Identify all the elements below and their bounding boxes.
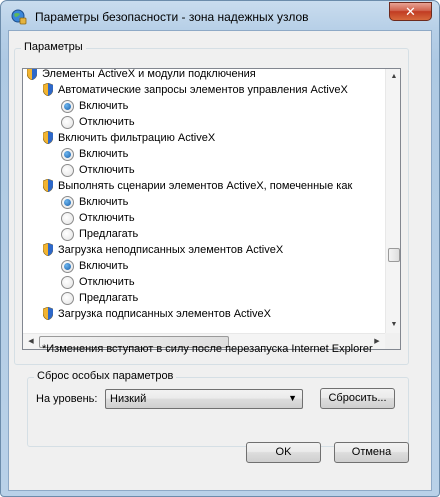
option-label: Включить bbox=[79, 196, 129, 208]
shield-icon bbox=[42, 178, 54, 193]
option-label: Включить bbox=[79, 148, 129, 160]
settings-group-title: Параметры bbox=[21, 41, 86, 53]
radio-button[interactable] bbox=[61, 148, 74, 161]
window-title: Параметры безопасности - зона надежных у… bbox=[35, 10, 309, 24]
ok-button[interactable]: OK bbox=[246, 442, 321, 463]
option-label: Отключить bbox=[79, 116, 135, 128]
radio-button[interactable] bbox=[61, 212, 74, 225]
level-select-value: Низкий bbox=[110, 393, 147, 405]
option-label: Отключить bbox=[79, 164, 135, 176]
title-bar[interactable]: Параметры безопасности - зона надежных у… bbox=[1, 1, 439, 31]
option-label: Включить bbox=[79, 100, 129, 112]
setting-label: Загрузка подписанных элементов ActiveX bbox=[58, 308, 272, 320]
reset-group-title: Сброс особых параметров bbox=[34, 370, 177, 382]
setting-label: Автоматические запросы элементов управле… bbox=[58, 84, 348, 96]
shield-icon bbox=[42, 242, 54, 257]
radio-button[interactable] bbox=[61, 260, 74, 273]
security-settings-window: Параметры безопасности - зона надежных у… bbox=[0, 0, 440, 497]
scroll-down-arrow[interactable]: ▼ bbox=[386, 317, 400, 333]
security-globe-icon bbox=[11, 9, 27, 25]
setting-label: Включить фильтрацию ActiveX bbox=[58, 132, 216, 144]
radio-button[interactable] bbox=[61, 196, 74, 209]
option-label: Отключить bbox=[79, 276, 135, 288]
vertical-scrollbar[interactable]: ▲ ▼ bbox=[385, 69, 400, 333]
dropdown-arrow-icon: ▼ bbox=[288, 393, 297, 403]
setting-label: Загрузка неподписанных элементов ActiveX bbox=[58, 244, 284, 256]
vertical-scroll-thumb[interactable] bbox=[388, 248, 400, 262]
close-button[interactable]: ✕ bbox=[389, 2, 432, 21]
radio-button[interactable] bbox=[61, 292, 74, 305]
cancel-button[interactable]: Отмена bbox=[334, 442, 409, 463]
scroll-up-arrow[interactable]: ▲ bbox=[386, 69, 400, 85]
level-select[interactable]: Низкий ▼ bbox=[105, 389, 303, 409]
shield-icon bbox=[42, 130, 54, 145]
shield-icon bbox=[42, 306, 54, 321]
level-label: На уровень: bbox=[36, 393, 98, 405]
radio-button[interactable] bbox=[61, 276, 74, 289]
shield-icon bbox=[42, 82, 54, 97]
settings-tree-content: Элементы ActiveX и модули подключения Авт… bbox=[23, 69, 385, 333]
scroll-left-arrow[interactable]: ◀ bbox=[23, 334, 39, 349]
setting-label: Элементы ActiveX и модули подключения bbox=[42, 69, 256, 80]
option-label: Предлагать bbox=[79, 292, 139, 304]
option-label: Предлагать bbox=[79, 228, 139, 240]
radio-button[interactable] bbox=[61, 116, 74, 129]
restart-note: *Изменения вступают в силу после перезап… bbox=[42, 343, 373, 355]
shield-icon bbox=[26, 69, 38, 81]
radio-button[interactable] bbox=[61, 164, 74, 177]
reset-button[interactable]: Сбросить... bbox=[320, 388, 395, 409]
dialog-client-area: Параметры Элементы ActiveX и модули подк… bbox=[8, 30, 432, 491]
radio-button[interactable] bbox=[61, 100, 74, 113]
scrollbar-corner bbox=[385, 333, 400, 349]
settings-tree-list[interactable]: Элементы ActiveX и модули подключения Авт… bbox=[22, 68, 401, 350]
setting-label: Выполнять сценарии элементов ActiveX, по… bbox=[58, 180, 353, 192]
option-label: Отключить bbox=[79, 212, 135, 224]
radio-button[interactable] bbox=[61, 228, 74, 241]
option-label: Включить bbox=[79, 260, 129, 272]
